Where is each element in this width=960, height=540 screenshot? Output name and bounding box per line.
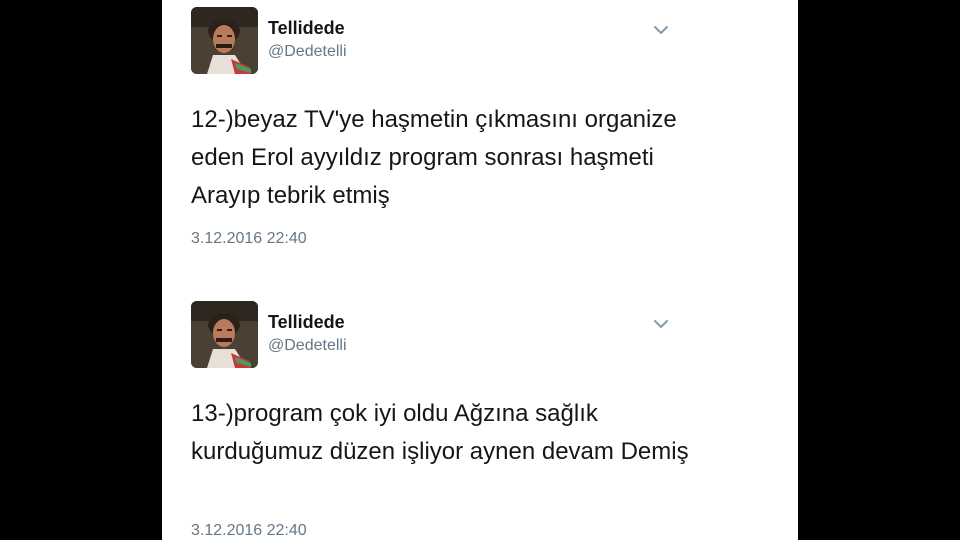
user-handle[interactable]: @Dedetelli — [268, 337, 347, 355]
tweet-timestamp[interactable]: 3.12.2016 22:40 — [191, 230, 307, 248]
avatar[interactable] — [191, 7, 258, 74]
tweet-panel: Tellidede @Dedetelli 12-)beyaz TV'ye haş… — [162, 0, 798, 540]
display-name[interactable]: Tellidede — [268, 18, 345, 39]
avatar[interactable] — [191, 301, 258, 368]
avatar-image — [191, 7, 258, 74]
chevron-down-icon[interactable] — [652, 23, 670, 37]
tweet-timestamp[interactable]: 3.12.2016 22:40 — [191, 522, 307, 540]
display-name[interactable]: Tellidede — [268, 312, 345, 333]
user-handle[interactable]: @Dedetelli — [268, 43, 347, 61]
chevron-down-icon[interactable] — [652, 317, 670, 331]
tweet-text: 13-)program çok iyi oldu Ağzına sağlık k… — [191, 400, 689, 465]
tweet-text: 12-)beyaz TV'ye haşmetin çıkmasını organ… — [191, 106, 677, 209]
avatar-image — [191, 301, 258, 368]
